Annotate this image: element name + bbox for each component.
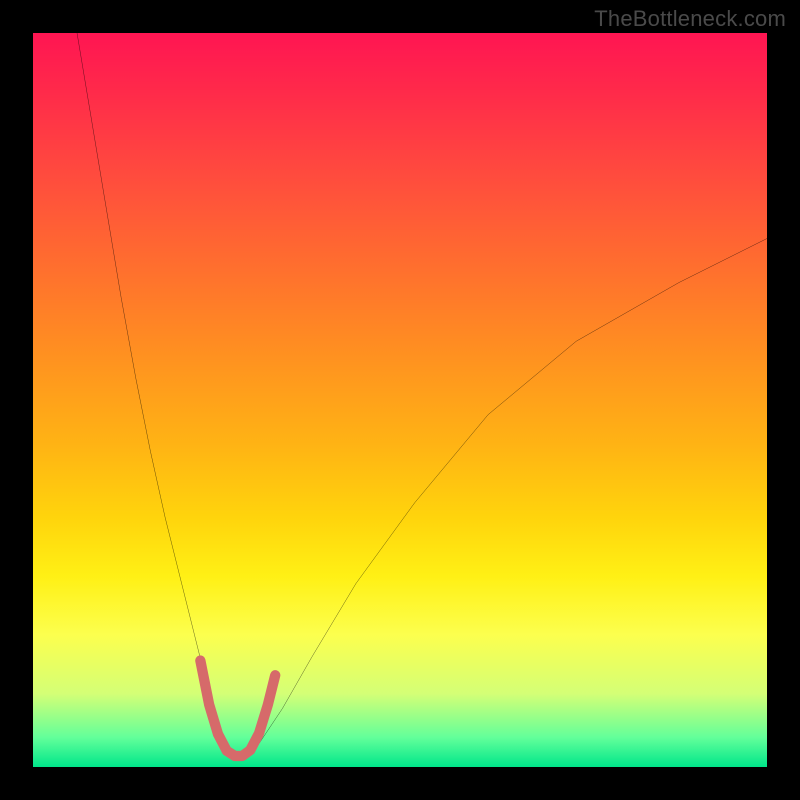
watermark-text: TheBottleneck.com [594, 6, 786, 32]
curve-layer [33, 33, 767, 767]
bottleneck-curve [77, 33, 767, 760]
chart-stage: TheBottleneck.com [0, 0, 800, 800]
plot-area [33, 33, 767, 767]
highlight-valley [200, 661, 275, 756]
